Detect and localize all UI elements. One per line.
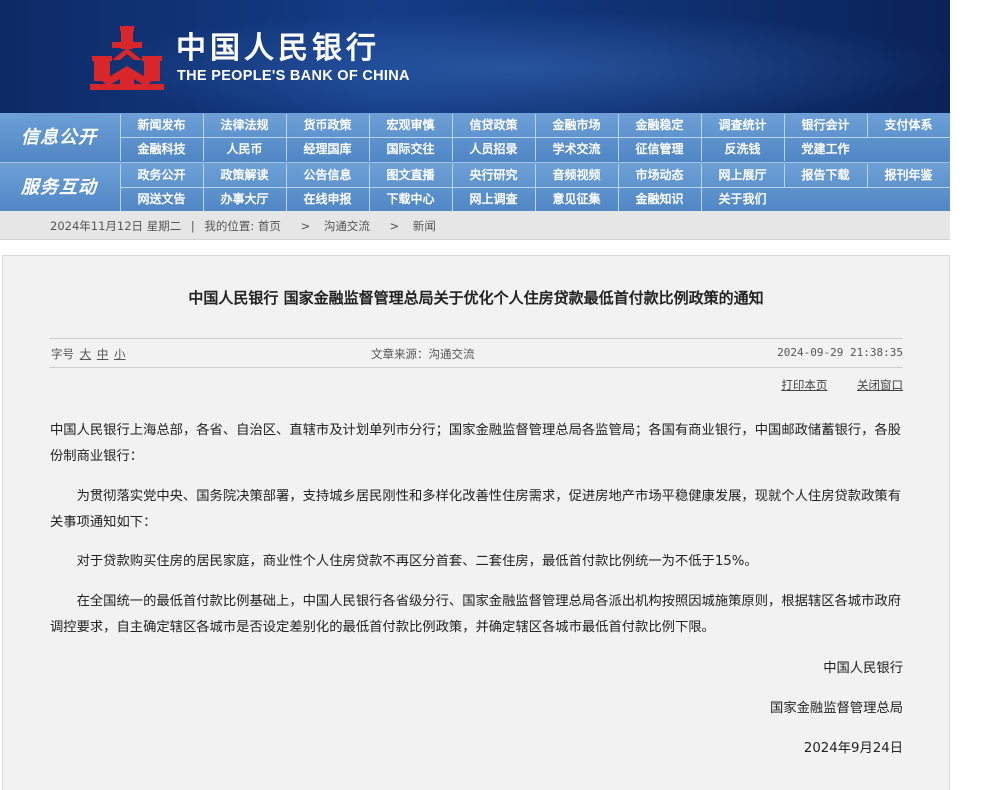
nav-item[interactable]: 国际交往 xyxy=(369,138,451,161)
bank-name-cn: 中国人民银行 xyxy=(176,31,380,66)
nav-item[interactable]: 网上展厅 xyxy=(701,164,783,187)
nav-item[interactable]: 信贷政策 xyxy=(452,114,534,137)
font-size-label: 字号 xyxy=(51,347,74,361)
breadcrumb-arrow-icon: > xyxy=(389,219,400,233)
font-size-medium[interactable]: 中 xyxy=(97,347,109,361)
font-size-large[interactable]: 大 xyxy=(80,347,92,361)
pboc-logo-icon[interactable] xyxy=(90,26,164,92)
font-size-control: 字号 大 中 小 xyxy=(51,346,125,362)
article-paragraph: 在全国统一的最低首付款比例基础上，中国人民银行各省级分行、国家金融监督管理总局各… xyxy=(50,594,901,635)
article-panel: 中国人民银行 国家金融监督管理总局关于优化个人住房贷款最低首付款比例政策的通知 … xyxy=(2,255,950,790)
print-page-link[interactable]: 打印本页 xyxy=(781,378,827,392)
nav-item[interactable]: 政策解读 xyxy=(203,164,285,187)
breadcrumb: 2024年11月12日 星期二 | 我的位置: 首页 > 沟通交流 > 新闻 xyxy=(50,218,442,234)
article-paragraph-addressees: 中国人民银行上海总部，各省、自治区、直辖市及计划单列市分行；国家金融监督管理总局… xyxy=(50,423,901,464)
nav-row-service: 服务互动 政务公开 政策解读 公告信息 图文直播 央行研究 音频视频 市场动态 … xyxy=(0,162,950,212)
article-paragraph: 为贯彻落实党中央、国务院决策部署，支持城乡居民刚性和多样化改善性住房需求，促进房… xyxy=(50,489,901,530)
nav-item[interactable]: 调查统计 xyxy=(701,114,783,137)
nav-grid: 新闻发布 法律法规 货币政策 宏观审慎 信贷政策 金融市场 金融稳定 调查统计 … xyxy=(120,113,950,162)
nav-item[interactable]: 关于我们 xyxy=(701,188,783,211)
nav-item[interactable]: 办事大厅 xyxy=(203,188,285,211)
main-navigation: 信息公开 新闻发布 法律法规 货币政策 宏观审慎 信贷政策 金融市场 金融稳定 … xyxy=(0,113,950,212)
signature-nfra: 国家金融监督管理总局 xyxy=(770,701,903,716)
breadcrumb-arrow-icon: > xyxy=(300,219,311,233)
site-banner: 中国人民银行 THE PEOPLE'S BANK OF CHINA xyxy=(0,0,950,113)
nav-item[interactable]: 学术交流 xyxy=(535,138,617,161)
nav-item[interactable]: 宏观审慎 xyxy=(369,114,451,137)
nav-item[interactable]: 在线申报 xyxy=(286,188,368,211)
nav-item[interactable]: 人员招录 xyxy=(452,138,534,161)
nav-item[interactable]: 网送文告 xyxy=(120,188,202,211)
nav-item[interactable]: 法律法规 xyxy=(203,114,285,137)
article-paragraph: 对于贷款购买住房的居民家庭，商业性个人住房贷款不再区分首套、二套住房，最低首付款… xyxy=(76,554,758,569)
article-source: 文章来源：沟通交流 xyxy=(371,347,475,361)
nav-item[interactable]: 网上调查 xyxy=(452,188,534,211)
article-meta-bar: 字号 大 中 小 文章来源：沟通交流 2024-09-29 21:38:35 xyxy=(49,338,903,368)
article-title: 中国人民银行 国家金融监督管理总局关于优化个人住房贷款最低首付款比例政策的通知 xyxy=(188,289,764,307)
nav-item[interactable]: 金融科技 xyxy=(120,138,202,161)
nav-item[interactable]: 报告下载 xyxy=(784,164,866,187)
nav-item[interactable]: 经理国库 xyxy=(286,138,368,161)
nav-item[interactable]: 政务公开 xyxy=(120,164,202,187)
signature-date: 2024年9月24日 xyxy=(803,741,903,756)
nav-item[interactable]: 金融知识 xyxy=(618,188,700,211)
breadcrumb-communication[interactable]: 沟通交流 xyxy=(324,219,370,233)
nav-item[interactable]: 银行会计 xyxy=(784,114,866,137)
article-tools: 打印本页 关闭窗口 xyxy=(755,377,903,393)
nav-item[interactable]: 支付体系 xyxy=(867,114,949,137)
breadcrumb-separator: | xyxy=(190,219,195,233)
nav-item[interactable]: 公告信息 xyxy=(286,164,368,187)
nav-item[interactable]: 人民币 xyxy=(203,138,285,161)
nav-item[interactable]: 金融市场 xyxy=(535,114,617,137)
nav-item[interactable]: 意见征集 xyxy=(535,188,617,211)
nav-item[interactable]: 市场动态 xyxy=(618,164,700,187)
location-label: 我的位置: xyxy=(204,219,255,233)
nav-item[interactable]: 新闻发布 xyxy=(120,114,202,137)
nav-item[interactable]: 金融稳定 xyxy=(618,114,700,137)
breadcrumb-news[interactable]: 新闻 xyxy=(413,219,436,233)
page: 中国人民银行 THE PEOPLE'S BANK OF CHINA 信息公开 新… xyxy=(0,0,950,790)
article-datetime: 2024-09-29 21:38:35 xyxy=(777,346,903,359)
font-size-small[interactable]: 小 xyxy=(114,347,126,361)
nav-item[interactable]: 央行研究 xyxy=(452,164,534,187)
nav-row-info: 信息公开 新闻发布 法律法规 货币政策 宏观审慎 信贷政策 金融市场 金融稳定 … xyxy=(0,113,950,162)
nav-item[interactable]: 下载中心 xyxy=(369,188,451,211)
breadcrumb-bar: 2024年11月12日 星期二 | 我的位置: 首页 > 沟通交流 > 新闻 xyxy=(0,211,950,240)
nav-group-label: 信息公开 xyxy=(21,127,97,148)
nav-item[interactable]: 报刊年鉴 xyxy=(867,164,949,187)
nav-item[interactable]: 反洗钱 xyxy=(701,138,783,161)
nav-item[interactable]: 货币政策 xyxy=(286,114,368,137)
nav-item[interactable]: 图文直播 xyxy=(369,164,451,187)
nav-group-label: 服务互动 xyxy=(21,177,97,198)
breadcrumb-home[interactable]: 首页 xyxy=(258,219,281,233)
nav-grid: 政务公开 政策解读 公告信息 图文直播 央行研究 音频视频 市场动态 网上展厅 … xyxy=(120,163,950,212)
current-date: 2024年11月12日 星期二 xyxy=(50,219,182,233)
bank-name-en: THE PEOPLE'S BANK OF CHINA xyxy=(177,68,410,84)
close-window-link[interactable]: 关闭窗口 xyxy=(857,378,903,392)
nav-item[interactable]: 征信管理 xyxy=(618,138,700,161)
nav-item[interactable]: 音频视频 xyxy=(535,164,617,187)
signature-pboc: 中国人民银行 xyxy=(823,661,903,676)
nav-item[interactable]: 党建工作 xyxy=(784,138,866,161)
